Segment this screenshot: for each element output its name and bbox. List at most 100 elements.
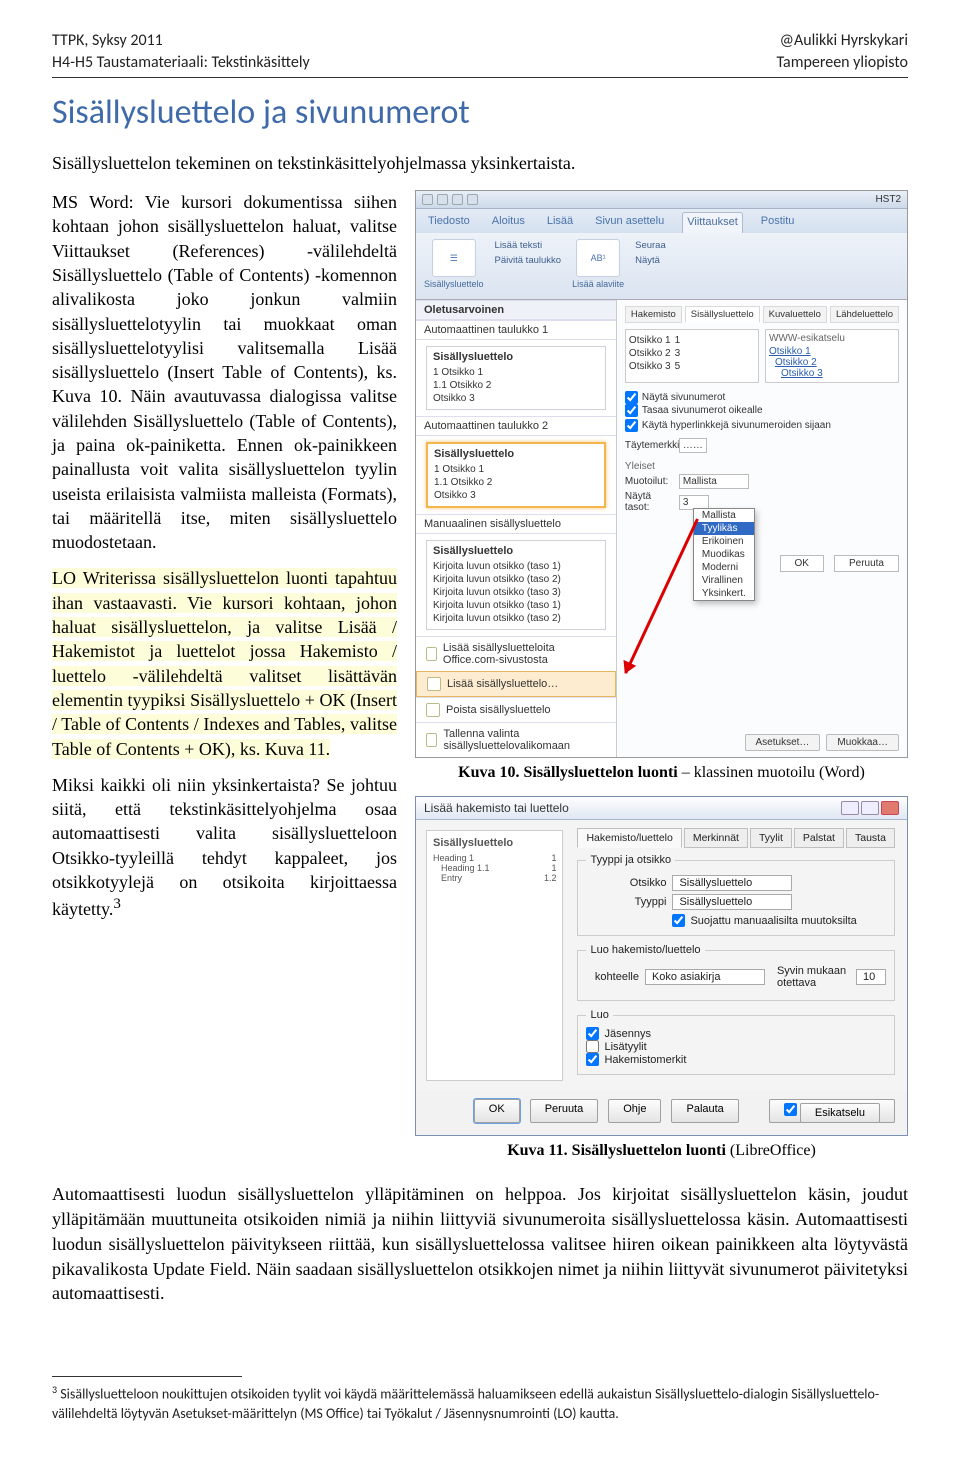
lo-btn-peruuta[interactable]: Peruuta <box>530 1099 599 1123</box>
www-link: Otsikko 1 <box>769 346 895 357</box>
gallery-footer-office[interactable]: Lisää sisällysluetteloita Office.com-siv… <box>416 636 616 671</box>
close-icon[interactable] <box>881 801 899 815</box>
preview-row: Otsikko 23 <box>629 348 755 359</box>
ribbon-footnote-button[interactable]: AB¹ Lisää alaviite <box>572 239 624 289</box>
chk-show-pages[interactable]: Näytä sivunumerot <box>625 391 899 404</box>
thumb-title: Sisällysluettelo <box>433 545 599 557</box>
footnote-rule <box>52 1376 242 1377</box>
dropdown-option[interactable]: Erikoinen <box>694 535 754 548</box>
gallery-footer-remove-label: Poista sisällysluettelo <box>446 704 551 716</box>
gallery-item-auto1-label: Automaattinen taulukko 1 <box>416 320 616 340</box>
lbl-nayta-tasot: Näytä tasot: <box>625 491 675 513</box>
gallery-thumb-auto2[interactable]: Sisällysluettelo 1 Otsikko 1 1.1 Otsikko… <box>426 442 606 508</box>
chk-lisatyylit[interactable]: Lisätyylit <box>586 1040 886 1053</box>
tab-viittaukset[interactable]: Viittaukset <box>682 212 743 233</box>
dropdown-option[interactable]: Muodikas <box>694 548 754 561</box>
figure-10-caption: Kuva 10. Sisällysluettelon luonti – klas… <box>415 764 908 782</box>
toc-icon: ☰ <box>432 239 476 277</box>
gallery-thumb-manual[interactable]: Sisällysluettelo Kirjoita luvun otsikko … <box>426 540 606 630</box>
tab-aloitus[interactable]: Aloitus <box>488 212 529 233</box>
tab-lisaa[interactable]: Lisää <box>543 212 577 233</box>
dropdown-option[interactable]: Virallinen <box>694 574 754 587</box>
gallery-footer-save-label: Tallenna valinta sisällysluettelovalikom… <box>443 728 605 752</box>
lo-btn-palauta[interactable]: Palauta <box>671 1099 738 1123</box>
tab-postitu[interactable]: Postitu <box>757 212 799 233</box>
panel-tabs: Hakemisto Sisällysluettelo Kuvaluettelo … <box>625 306 899 323</box>
ribbon-toc-button[interactable]: ☰ Sisällysluettelo <box>424 239 484 289</box>
chk-esikatselu[interactable] <box>784 1103 797 1116</box>
minimize-icon[interactable] <box>841 801 859 815</box>
btn-muokkaa[interactable]: Muokkaa… <box>826 734 899 751</box>
thumb-row: Kirjoita luvun otsikko (taso 3) <box>433 586 599 599</box>
legend-type-title: Tyyppi ja otsikko <box>586 854 675 866</box>
tab-tiedosto[interactable]: Tiedosto <box>424 212 474 233</box>
btn-peruuta[interactable]: Peruuta <box>834 555 899 572</box>
preview-group: Otsikko 11 Otsikko 23 Otsikko 35 WWW-esi… <box>625 329 899 383</box>
btn-asetukset[interactable]: Asetukset… <box>745 734 821 751</box>
panel-tab-sisallysluettelo[interactable]: Sisällysluettelo <box>685 306 760 323</box>
panel-tab-kuvaluettelo[interactable]: Kuvaluettelo <box>763 306 827 323</box>
why-paragraph-continuation: Automaattisesti luodun sisällysluettelon… <box>52 1182 908 1306</box>
dropdown-option-selected[interactable]: Tyylikäs <box>694 522 754 535</box>
field-syvin[interactable]: 10 <box>856 969 886 985</box>
chk-protect-manual[interactable]: Suojattu manuaalisilta muutoksilta <box>672 914 886 927</box>
insert-toc-icon <box>427 677 441 691</box>
lo-tab-tausta[interactable]: Tausta <box>846 828 895 848</box>
gallery-footer-save-selection[interactable]: Tallenna valinta sisällysluettelovalikom… <box>416 722 616 757</box>
lo-tab-hakemisto-luettelo[interactable]: Hakemisto/luettelo <box>577 828 681 848</box>
maximize-icon[interactable] <box>861 801 879 815</box>
muotoilut-dropdown-open[interactable]: Mallista Tyylikäs Erikoinen Muodikas Mod… <box>693 508 755 601</box>
figure-10-word-toc: HST2 Tiedosto Aloitus Lisää Sivun asette… <box>415 190 908 758</box>
field-muotoilut[interactable]: Mallista <box>679 474 749 489</box>
panel-tab-lahdeluettelo[interactable]: Lähdeluettelo <box>830 306 899 323</box>
gallery-footer-insert-toc[interactable]: Lisää sisällysluettelo… <box>416 671 616 697</box>
lo-highlight: LO Writerissa sisällysluettelon luonti t… <box>52 568 397 758</box>
lo-tab-merkinnat[interactable]: Merkinnät <box>684 828 748 848</box>
lo-btn-ok[interactable]: OK <box>474 1099 520 1123</box>
dropdown-option[interactable]: Moderni <box>694 561 754 574</box>
dropdown-option[interactable]: Yksinkert. <box>694 587 754 600</box>
gallery-footer-remove-toc[interactable]: Poista sisällysluettelo <box>416 697 616 722</box>
word-ribbon-tabs: Tiedosto Aloitus Lisää Sivun asettelu Vi… <box>416 209 907 233</box>
chk-hyperlinks[interactable]: Käytä hyperlinkkejä sivunumeroiden sijaa… <box>625 419 899 432</box>
chk-jasennys[interactable]: Jäsennys <box>586 1027 886 1040</box>
preview-row: Otsikko 35 <box>629 361 755 372</box>
lo-btn-ohje[interactable]: Ohje <box>608 1099 661 1123</box>
panel-tab-hakemisto[interactable]: Hakemisto <box>625 306 682 323</box>
lo-preview-row: Entry1.2 <box>433 873 556 883</box>
header-rule <box>52 77 908 78</box>
lbl-kohteelle: kohteelle <box>586 971 639 983</box>
gallery-thumb-auto1[interactable]: Sisällysluettelo 1 Otsikko 1 1.1 Otsikko… <box>426 346 606 410</box>
header-author: @Aulikki Hyrskykari <box>777 30 909 52</box>
gallery-footer-office-label: Lisää sisällysluetteloita Office.com-siv… <box>443 642 606 666</box>
lo-tab-tyylit[interactable]: Tyylit <box>750 828 792 848</box>
field-otsikko[interactable]: Sisällysluettelo <box>672 875 792 891</box>
ribbon-nayta[interactable]: Näytä <box>632 254 669 267</box>
why-start-text: Miksi kaikki oli niin yksinkertaista? Se… <box>52 775 397 919</box>
globe-icon <box>426 647 437 661</box>
group-create-from: Luo Jäsennys Lisätyylit Hakemistomerkit <box>577 1009 895 1075</box>
page-title: Sisällysluettelo ja sivunumerot <box>52 92 908 133</box>
qat-undo-icon <box>452 194 463 205</box>
thumb-row: 1 Otsikko 1 <box>433 366 599 379</box>
remove-toc-icon <box>426 703 440 717</box>
ribbon-update-table[interactable]: Päivitä taulukko <box>492 254 565 267</box>
dropdown-option[interactable]: Mallista <box>694 509 754 522</box>
footnote-ab-icon: AB¹ <box>576 239 620 277</box>
field-taytemerkki[interactable]: …… <box>679 438 707 453</box>
chk-hakemistomerkit[interactable]: Hakemistomerkit <box>586 1053 886 1066</box>
thumb-title: Sisällysluettelo <box>434 448 598 460</box>
thumb-row: Otsikko 3 <box>433 392 599 405</box>
lo-tab-palstat[interactable]: Palstat <box>794 828 844 848</box>
field-tyyppi[interactable]: Sisällysluettelo <box>672 894 792 910</box>
figure-10-caption-strong: Kuva 10. Sisällysluettelon luonti <box>458 764 678 781</box>
gallery-footer-insert-label: Lisää sisällysluettelo… <box>447 678 558 690</box>
btn-ok[interactable]: OK <box>780 555 824 572</box>
field-kohteelle[interactable]: Koko asiakirja <box>645 969 765 985</box>
chk-align-right[interactable]: Tasaa sivunumerot oikealle <box>625 404 899 417</box>
lo-preview-row: Heading 1.11 <box>433 863 556 873</box>
tab-sivun-asettelu[interactable]: Sivun asettelu <box>591 212 668 233</box>
msword-paragraph: MS Word: Vie kursori dokumentissa siihen… <box>52 190 397 554</box>
ribbon-seuraa[interactable]: Seuraa <box>632 239 669 252</box>
ribbon-add-text[interactable]: Lisää teksti <box>492 239 565 252</box>
